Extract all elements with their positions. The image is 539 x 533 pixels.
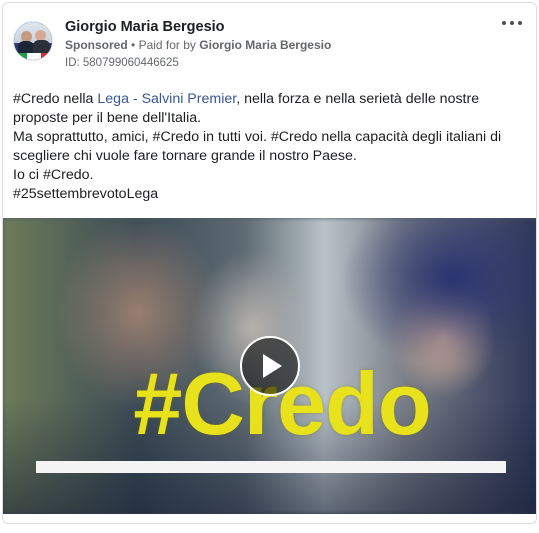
play-icon[interactable] [240,336,300,396]
post-paragraph: Io ci #Credo. [13,167,94,183]
video-player[interactable]: #Credo [3,218,536,514]
post-line1-pre: #Credo nella [13,91,98,107]
sponsorship-line: Sponsored • Paid for by Giorgio Maria Be… [65,38,331,52]
post-paragraph: #Credo nella Lega - Salvini Premier, nel… [13,90,531,128]
post-paragraph: Ma soprattutto, amici, #Credo in tutti v… [13,129,502,164]
meta-separator: • [131,38,136,52]
paid-for-name: Giorgio Maria Bergesio [199,38,332,52]
post-text: #Credo nella Lega - Salvini Premier, nel… [13,90,531,204]
advertiser-avatar[interactable] [13,21,53,61]
post-hashtag: #25settembrevotoLega [13,186,159,202]
paid-for-prefix: Paid for by [138,38,196,52]
sponsored-label: Sponsored [65,38,128,52]
ad-id: ID: 580799060446625 [65,57,179,69]
more-options-icon[interactable] [502,17,522,29]
ad-card: Giorgio Maria Bergesio Sponsored • Paid … [2,2,537,524]
advertiser-name[interactable]: Giorgio Maria Bergesio [65,19,225,35]
ad-header: Giorgio Maria Bergesio Sponsored • Paid … [13,17,526,77]
lega-page-link[interactable]: Lega - Salvini Premier [97,91,236,107]
video-overlay-underline [36,461,506,473]
